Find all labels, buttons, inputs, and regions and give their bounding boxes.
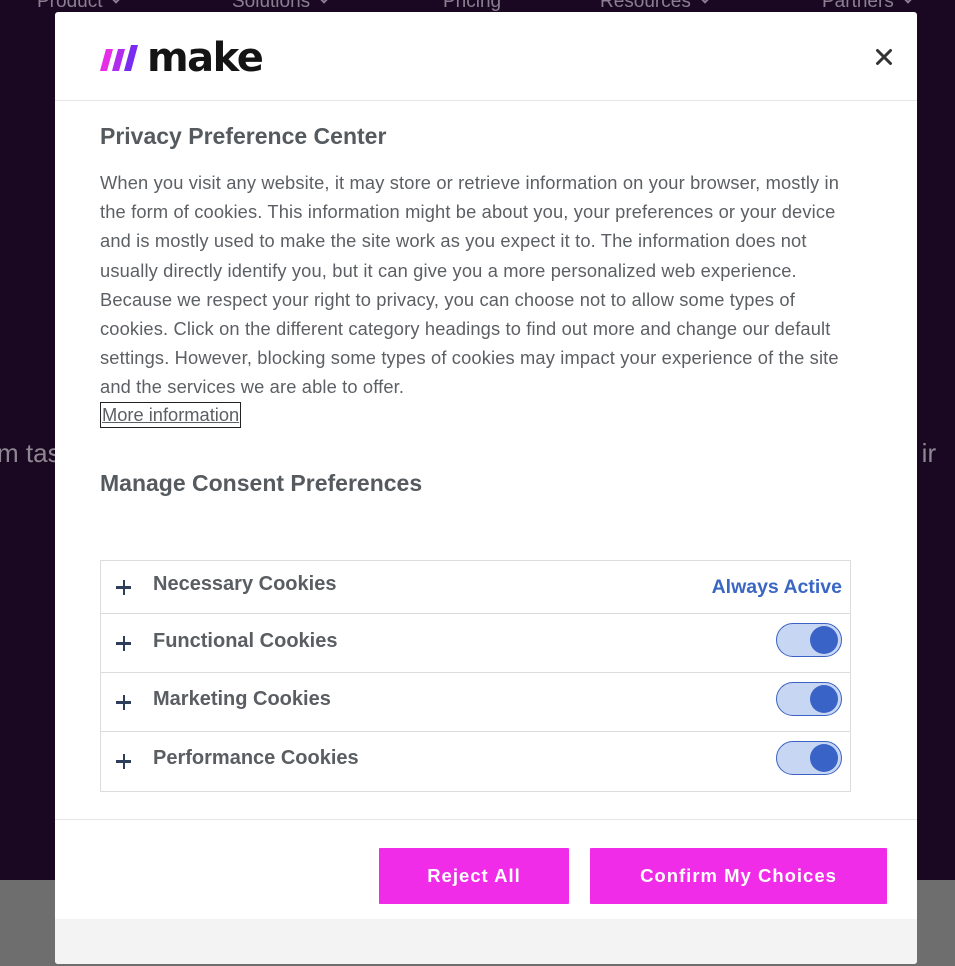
consent-category-list: Necessary Cookies Always Active Function…	[100, 560, 851, 792]
plus-icon	[115, 752, 133, 770]
logo-wordmark: make	[147, 35, 264, 81]
plus-icon	[115, 578, 133, 596]
confirm-my-choices-button[interactable]: Confirm My Choices	[590, 848, 887, 904]
modal-body: Privacy Preference Center When you visit…	[100, 122, 860, 497]
footer-divider	[55, 819, 917, 820]
privacy-preference-modal: make Privacy Preference Center When you …	[55, 12, 917, 964]
chevron-down-icon	[318, 0, 330, 4]
reject-all-button[interactable]: Reject All	[379, 848, 569, 904]
more-information-link[interactable]: More information	[100, 401, 242, 428]
manage-consent-title: Manage Consent Preferences	[100, 469, 423, 496]
chevron-down-icon	[699, 0, 711, 4]
toggle-knob	[810, 626, 838, 654]
category-marketing-cookies[interactable]: Marketing Cookies	[101, 673, 850, 732]
category-label: Necessary Cookies	[153, 573, 337, 595]
category-functional-cookies[interactable]: Functional Cookies	[101, 614, 850, 673]
make-logo-mark	[100, 45, 138, 71]
plus-icon	[115, 634, 133, 652]
chevron-down-icon	[902, 0, 914, 4]
background-text-left: m tas	[0, 438, 61, 468]
category-necessary-cookies[interactable]: Necessary Cookies Always Active	[101, 561, 850, 614]
toggle-knob	[810, 744, 838, 772]
privacy-description: When you visit any website, it may store…	[100, 172, 840, 398]
marketing-cookies-toggle[interactable]	[776, 682, 842, 716]
plus-icon	[115, 693, 133, 711]
close-icon	[876, 49, 892, 65]
category-label: Functional Cookies	[153, 630, 338, 652]
toggle-knob	[810, 685, 838, 713]
make-logo: make	[100, 35, 264, 81]
page-title: Privacy Preference Center	[100, 123, 387, 149]
always-active-label: Always Active	[711, 576, 842, 598]
category-label: Marketing Cookies	[153, 688, 331, 710]
close-button[interactable]	[869, 42, 899, 72]
performance-cookies-toggle[interactable]	[776, 741, 842, 775]
modal-footer-strip	[55, 919, 917, 964]
chevron-down-icon	[110, 0, 123, 4]
category-label: Performance Cookies	[153, 747, 359, 769]
modal-header: make	[55, 12, 917, 101]
functional-cookies-toggle[interactable]	[776, 623, 842, 657]
category-performance-cookies[interactable]: Performance Cookies	[101, 732, 850, 791]
